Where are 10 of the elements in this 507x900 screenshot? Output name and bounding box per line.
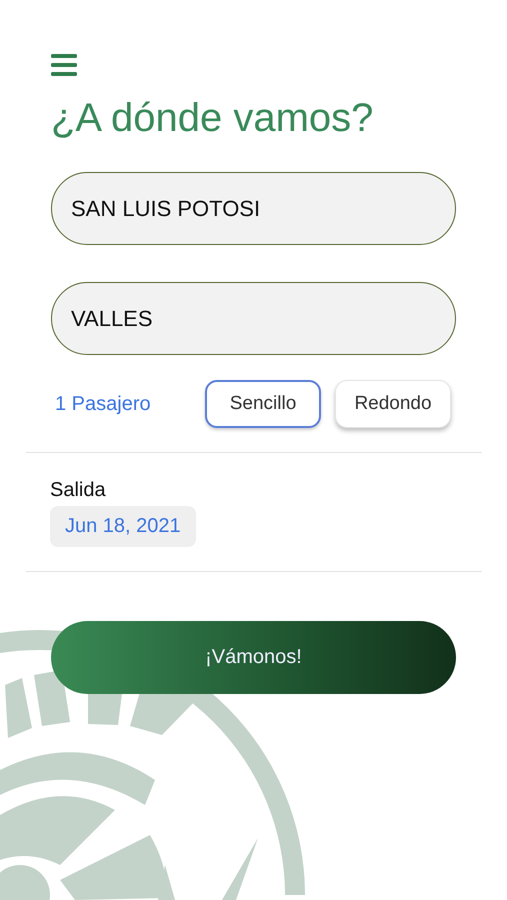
departure-label: Salida xyxy=(50,479,106,502)
trip-type-button[interactable]: Redondo xyxy=(335,380,451,428)
trip-type-button[interactable]: Sencillo xyxy=(205,380,321,428)
destination-field[interactable]: VALLES xyxy=(51,282,456,355)
page-title: ¿A dónde vamos? xyxy=(51,95,374,142)
date-picker[interactable]: Jun 18, 2021 xyxy=(50,506,196,547)
submit-button[interactable]: ¡Vámonos! xyxy=(51,621,456,694)
menu-icon[interactable] xyxy=(51,54,77,76)
origin-field[interactable]: SAN LUIS POTOSI xyxy=(51,172,456,245)
passenger-link[interactable]: 1 Pasajero xyxy=(55,392,151,416)
